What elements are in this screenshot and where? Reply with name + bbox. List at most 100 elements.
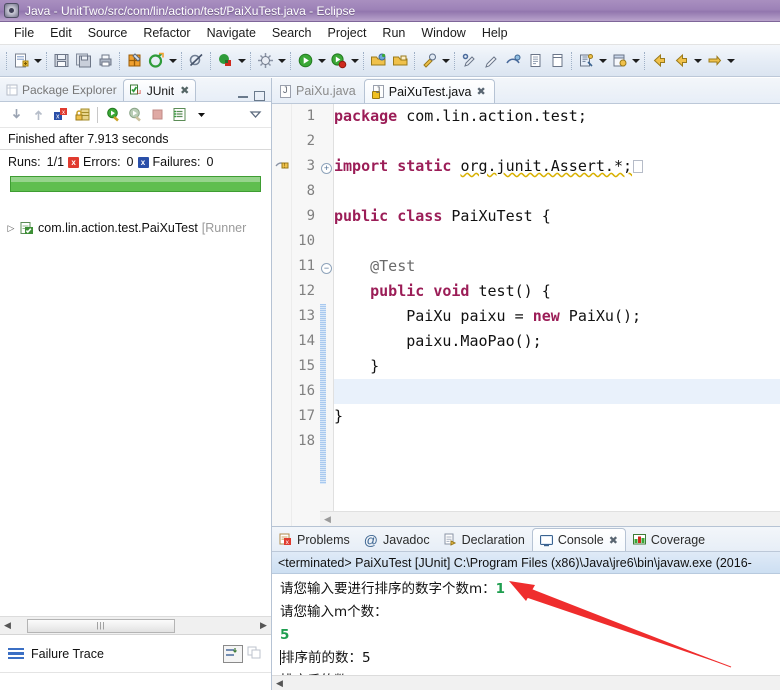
search-dropdown-icon[interactable] bbox=[440, 50, 451, 72]
code-editor[interactable]: ! 1 2 3 8 9 10 11 12 13 14 15 16 17 18 + − package com… bbox=[272, 104, 780, 526]
scroll-left-icon[interactable]: ◀ bbox=[0, 620, 15, 631]
menu-item-refactor[interactable]: Refactor bbox=[135, 24, 198, 42]
console-horizontal-scrollbar[interactable]: ◀ bbox=[272, 675, 780, 690]
menu-item-window[interactable]: Window bbox=[413, 24, 473, 42]
open-type-icon[interactable] bbox=[367, 50, 389, 72]
toggle-mark-occurrences-icon[interactable] bbox=[502, 50, 524, 72]
console-output[interactable]: 请您输入要进行排序的数字个数m：1请您输入m个数：5排序前的数：5排序后的数：5 bbox=[272, 574, 780, 675]
code-line[interactable]: import static org.junit.Assert.*; bbox=[334, 154, 780, 179]
next-annotation-icon[interactable] bbox=[480, 50, 502, 72]
scroll-right-icon[interactable]: ▶ bbox=[256, 620, 271, 631]
menu-item-edit[interactable]: Edit bbox=[42, 24, 80, 42]
save-icon[interactable] bbox=[50, 50, 72, 72]
last-edit-location-icon[interactable] bbox=[458, 50, 480, 72]
back-dropdown-icon[interactable] bbox=[692, 50, 703, 72]
code-line[interactable]: paixu.MaoPao(); bbox=[334, 329, 780, 354]
new-wizard-dropdown-icon[interactable] bbox=[32, 50, 43, 72]
back-icon[interactable] bbox=[648, 50, 670, 72]
new-wizard-icon[interactable] bbox=[10, 50, 32, 72]
run-coverage-dropdown-icon[interactable] bbox=[349, 50, 360, 72]
warning-marker-icon[interactable]: ! bbox=[275, 156, 289, 173]
editor-folding-column[interactable]: + − bbox=[320, 104, 334, 526]
code-line[interactable]: public void test() { bbox=[334, 279, 780, 304]
copy-trace-icon[interactable] bbox=[247, 646, 263, 662]
table-row[interactable]: ▷ com.lin.action.test.PaiXuTest [Runner bbox=[0, 218, 271, 238]
previous-failure-icon[interactable] bbox=[28, 105, 48, 125]
block-selection-icon[interactable] bbox=[546, 50, 568, 72]
tab-console[interactable]: Console ✖ bbox=[531, 528, 626, 551]
rerun-test-icon[interactable] bbox=[103, 105, 123, 125]
code-line[interactable]: PaiXu paixu = new PaiXu(); bbox=[334, 304, 780, 329]
code-line[interactable] bbox=[334, 429, 780, 454]
minimize-button[interactable] bbox=[238, 94, 248, 98]
tab-javadoc[interactable]: @ Javadoc bbox=[357, 528, 437, 551]
tab-package-explorer[interactable]: Package Explorer bbox=[0, 79, 123, 101]
close-icon[interactable]: ✖ bbox=[609, 534, 618, 547]
print-icon[interactable] bbox=[94, 50, 116, 72]
maximize-button[interactable] bbox=[254, 91, 265, 101]
back-history-icon[interactable] bbox=[670, 50, 692, 72]
close-icon[interactable]: ✖ bbox=[180, 84, 189, 97]
menu-item-project[interactable]: Project bbox=[320, 24, 375, 42]
lock-scroll-icon[interactable] bbox=[72, 105, 92, 125]
compare-result-icon[interactable] bbox=[223, 644, 243, 663]
tab-paixu-java[interactable]: PaiXu.java bbox=[272, 79, 364, 103]
tab-paixutest-java[interactable]: PaiXuTest.java ✖ bbox=[363, 79, 495, 103]
code-line[interactable] bbox=[334, 179, 780, 204]
code-line[interactable]: @Test bbox=[334, 254, 780, 279]
search-icon[interactable] bbox=[418, 50, 440, 72]
tab-problems[interactable]: x Problems bbox=[272, 528, 357, 551]
save-all-icon[interactable] bbox=[72, 50, 94, 72]
open-perspective-dropdown-icon[interactable] bbox=[597, 50, 608, 72]
debug-icon[interactable] bbox=[214, 50, 236, 72]
code-line[interactable]: package com.lin.action.test; bbox=[334, 104, 780, 129]
run-coverage-icon[interactable] bbox=[327, 50, 349, 72]
next-failure-icon[interactable] bbox=[6, 105, 26, 125]
expand-icon[interactable]: ▷ bbox=[6, 223, 16, 234]
open-perspective-icon[interactable] bbox=[575, 50, 597, 72]
menu-item-navigate[interactable]: Navigate bbox=[199, 24, 264, 42]
show-whitespace-icon[interactable] bbox=[524, 50, 546, 72]
junit-horizontal-scrollbar[interactable]: ◀ ||| ▶ bbox=[0, 616, 271, 634]
code-line[interactable]: } bbox=[334, 404, 780, 429]
scroll-left-icon[interactable]: ◀ bbox=[272, 678, 287, 689]
close-icon[interactable]: ✖ bbox=[476, 85, 485, 98]
test-run-history-icon[interactable] bbox=[169, 105, 189, 125]
stop-icon[interactable] bbox=[147, 105, 167, 125]
external-tools-icon[interactable] bbox=[254, 50, 276, 72]
new-java-project-icon[interactable] bbox=[145, 50, 167, 72]
editor-horizontal-scrollbar[interactable]: ◀ bbox=[320, 511, 780, 526]
open-task-icon[interactable] bbox=[389, 50, 411, 72]
build-icon[interactable] bbox=[123, 50, 145, 72]
new-java-dropdown-icon[interactable] bbox=[167, 50, 178, 72]
run-icon[interactable] bbox=[294, 50, 316, 72]
scrollbar-thumb[interactable]: ||| bbox=[27, 618, 175, 633]
code-line[interactable]: } bbox=[334, 354, 780, 379]
show-view-icon[interactable] bbox=[608, 50, 630, 72]
menu-item-search[interactable]: Search bbox=[264, 24, 320, 42]
menu-item-source[interactable]: Source bbox=[80, 24, 136, 42]
menu-item-help[interactable]: Help bbox=[474, 24, 516, 42]
code-line[interactable] bbox=[334, 379, 780, 404]
scroll-left-icon[interactable]: ◀ bbox=[320, 514, 335, 525]
skip-breakpoints-icon[interactable] bbox=[185, 50, 207, 72]
run-dropdown-icon[interactable] bbox=[316, 50, 327, 72]
forward-dropdown-icon[interactable] bbox=[725, 50, 736, 72]
code-line[interactable] bbox=[334, 129, 780, 154]
debug-dropdown-icon[interactable] bbox=[236, 50, 247, 72]
code-line[interactable]: public class PaiXuTest { bbox=[334, 204, 780, 229]
folded-region-icon[interactable] bbox=[633, 160, 644, 173]
show-failures-only-icon[interactable]: xx bbox=[50, 105, 70, 125]
forward-icon[interactable] bbox=[703, 50, 725, 72]
fold-collapse-icon[interactable]: − bbox=[320, 254, 333, 279]
view-menu-icon[interactable] bbox=[245, 105, 265, 125]
rerun-failed-icon[interactable] bbox=[125, 105, 145, 125]
editor-annotation-gutter[interactable]: ! bbox=[272, 104, 292, 526]
tab-junit[interactable]: u JUnit ✖ bbox=[122, 79, 197, 101]
menu-item-run[interactable]: Run bbox=[374, 24, 413, 42]
menu-item-file[interactable]: File bbox=[6, 24, 42, 42]
show-view-dropdown-icon[interactable] bbox=[630, 50, 641, 72]
code-line[interactable] bbox=[334, 229, 780, 254]
fold-expand-icon[interactable]: + bbox=[320, 154, 333, 179]
external-tools-dropdown-icon[interactable] bbox=[276, 50, 287, 72]
